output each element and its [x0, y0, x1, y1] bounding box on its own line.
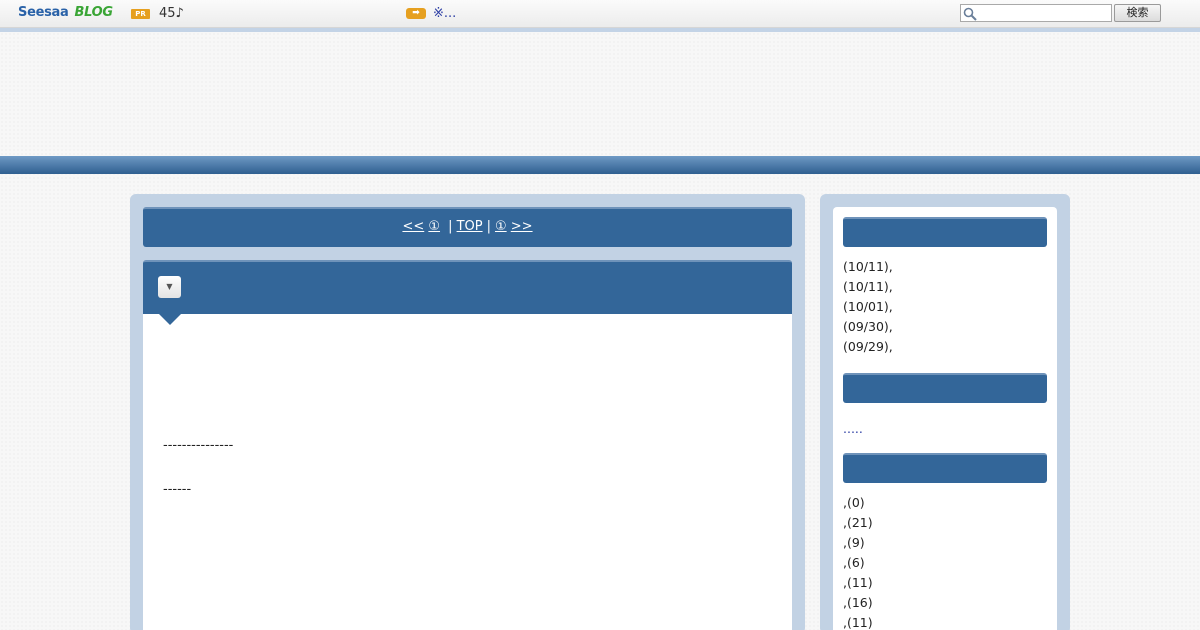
pager-prev-link[interactable]: <<	[402, 219, 424, 234]
category-link[interactable]: ,(6)	[843, 553, 873, 573]
pager-separator: |	[486, 219, 491, 234]
recent-entries-list: (10/11), (10/11), (10/01), (09/30), (09/…	[843, 257, 893, 357]
search-icon	[963, 7, 977, 21]
pager-next-number-link[interactable]: ①	[495, 219, 507, 234]
pager-prev-number-link[interactable]: ①	[428, 219, 440, 234]
categories-heading	[843, 453, 1047, 483]
sidebar-more-link[interactable]: .....	[843, 421, 863, 436]
notice-link[interactable]: ※...	[433, 6, 456, 21]
sidebar-panel: (10/11), (10/11), (10/01), (09/30), (09/…	[833, 207, 1057, 630]
category-link[interactable]: ,(21)	[843, 513, 873, 533]
pager-next-link[interactable]: >>	[511, 219, 533, 234]
entry-body: --------------- ------	[143, 314, 792, 630]
recent-entry-link[interactable]: (09/29),	[843, 337, 893, 357]
search-field[interactable]	[960, 4, 1112, 22]
search-button[interactable]: 検索	[1114, 4, 1161, 22]
recent-entry-link[interactable]: (10/01),	[843, 297, 893, 317]
pr-ad-link[interactable]: 45♪	[159, 6, 184, 21]
entry-text-line: ---------------	[163, 438, 234, 453]
header-banner-stripe	[0, 156, 1200, 174]
categories-list: ,(0) ,(21) ,(9) ,(6) ,(11) ,(16) ,(11)	[843, 493, 873, 630]
sidebar-section-heading	[843, 373, 1047, 403]
arrow-icon: ➡	[406, 8, 426, 19]
entry-toggle-button[interactable]: ▼	[158, 276, 181, 298]
category-link[interactable]: ,(0)	[843, 493, 873, 513]
category-link[interactable]: ,(9)	[843, 533, 873, 553]
entry-pager: << ① | TOP | ① >>	[143, 207, 792, 247]
toolbar-divider	[0, 28, 1200, 32]
entry-header: ▼	[143, 260, 792, 314]
recent-entry-link[interactable]: (10/11),	[843, 277, 893, 297]
search-input[interactable]	[979, 6, 1109, 20]
recent-entry-link[interactable]: (09/30),	[843, 317, 893, 337]
sidebar: (10/11), (10/11), (10/01), (09/30), (09/…	[820, 194, 1070, 630]
pr-badge: PR	[131, 9, 150, 19]
entry-text-line: ------	[163, 482, 192, 497]
pager-top-link[interactable]: TOP	[457, 219, 483, 234]
pager-separator: |	[448, 219, 453, 234]
category-link[interactable]: ,(16)	[843, 593, 873, 613]
recent-entry-link[interactable]: (10/11),	[843, 257, 893, 277]
logo-seesaa-text: Seesaa	[18, 5, 69, 20]
entry-header-pointer	[159, 314, 181, 325]
category-link[interactable]: ,(11)	[843, 573, 873, 593]
recent-entries-heading	[843, 217, 1047, 247]
seesaa-toolbar: Seesaa BLOG PR 45♪ ➡ ※... 検索	[0, 0, 1200, 28]
category-link[interactable]: ,(11)	[843, 613, 873, 630]
seesaa-blog-logo[interactable]: Seesaa BLOG	[18, 5, 113, 23]
main-column: << ① | TOP | ① >> ▼ --------------- ------	[130, 194, 805, 630]
logo-blog-text: BLOG	[74, 5, 113, 20]
